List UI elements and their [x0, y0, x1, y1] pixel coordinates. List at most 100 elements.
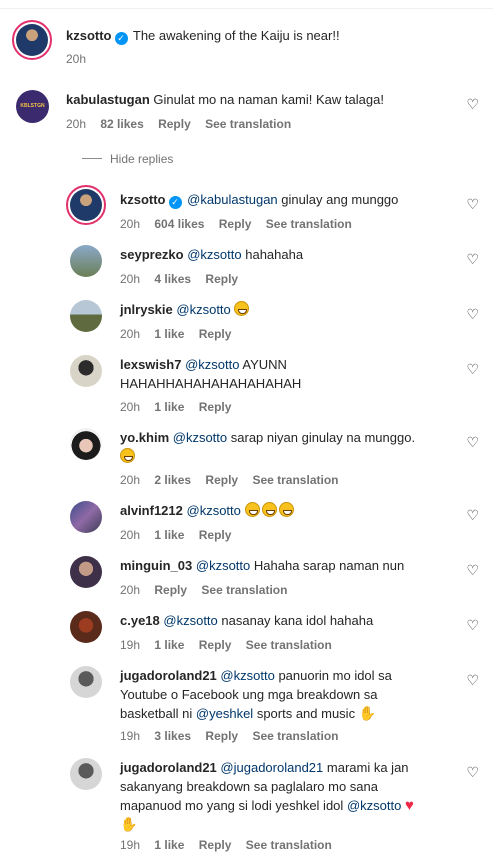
username[interactable]: seyprezko [120, 247, 184, 262]
verified-badge-icon: ✓ [114, 32, 128, 45]
avatar[interactable]: KBLSTGN [16, 90, 49, 123]
heart-outline-icon[interactable]: ♡ [466, 562, 479, 579]
see-translation-button[interactable]: See translation [201, 583, 287, 597]
avatar[interactable] [70, 300, 102, 332]
grinning-face-icon [244, 502, 260, 517]
timestamp: 19h [120, 638, 141, 652]
mention-link[interactable]: @kzsotto [187, 247, 241, 262]
red-heart-icon: ♥ [404, 797, 414, 814]
likes-count[interactable]: 4 likes [154, 272, 191, 286]
username[interactable]: jugadoroland21 [120, 760, 217, 775]
avatar[interactable] [70, 428, 102, 460]
heart-outline-icon[interactable]: ♡ [466, 251, 479, 268]
see-translation-button[interactable]: See translation [252, 473, 338, 487]
username[interactable]: lexswish7 [120, 357, 181, 372]
reply-button[interactable]: Reply [199, 638, 232, 652]
reply-button[interactable]: Reply [199, 327, 232, 341]
heart-outline-icon[interactable]: ♡ [466, 96, 479, 113]
timestamp: 20h [120, 400, 141, 414]
mention-link[interactable]: @kzsotto [176, 302, 230, 317]
mention-link[interactable]: @kzsotto [163, 613, 217, 628]
mention-link-2[interactable]: @yeshkel [196, 706, 253, 721]
heart-outline-icon[interactable]: ♡ [466, 764, 479, 781]
mention-link[interactable]: @kzsotto [187, 503, 241, 518]
avatar[interactable] [70, 758, 102, 790]
mention-link[interactable]: @kzsotto [173, 430, 227, 445]
username[interactable]: jnlryskie [120, 302, 173, 317]
likes-count[interactable]: 82 likes [100, 117, 143, 131]
timestamp: 19h [120, 729, 141, 743]
likes-count[interactable]: 1 like [154, 400, 184, 414]
see-translation-button[interactable]: See translation [246, 838, 332, 852]
avatar[interactable] [70, 666, 102, 698]
verified-badge-icon: ✓ [168, 196, 182, 209]
clapping-hands-icon: ✋ [358, 705, 377, 721]
likes-count[interactable]: 2 likes [154, 473, 191, 487]
heart-outline-icon[interactable]: ♡ [466, 672, 479, 689]
username[interactable]: minguin_03 [120, 558, 192, 573]
mention-link[interactable]: @jugadoroland21 [220, 760, 323, 775]
likes-count[interactable]: 604 likes [154, 217, 204, 231]
heart-outline-icon[interactable]: ♡ [466, 196, 479, 213]
avatar[interactable] [70, 501, 102, 533]
timestamp: 20h [66, 117, 87, 131]
avatar[interactable] [70, 611, 102, 643]
heart-outline-icon[interactable]: ♡ [466, 361, 479, 378]
timestamp: 20h [120, 583, 141, 597]
avatar[interactable] [12, 20, 52, 60]
see-translation-button[interactable]: See translation [205, 117, 291, 131]
avatar[interactable] [70, 245, 102, 277]
reply-item: lexswish7 @kzsotto AYUNN HAHAHHAHAHAHAHA… [0, 354, 493, 422]
likes-count[interactable]: 1 like [154, 528, 184, 542]
reply-text-line3: mapanuod mo yang si lodi yeshkel idol [120, 798, 344, 813]
mention-link[interactable]: @kzsotto [185, 357, 239, 372]
reply-button[interactable]: Reply [199, 838, 232, 852]
likes-count[interactable]: 3 likes [154, 729, 191, 743]
username[interactable]: alvinf1212 [120, 503, 183, 518]
reply-button[interactable]: Reply [205, 729, 238, 743]
avatar[interactable] [66, 185, 106, 225]
avatar[interactable] [70, 556, 102, 588]
reply-text: marami ka jan [326, 760, 409, 775]
reply-text: AYUNN [242, 357, 287, 372]
heart-outline-icon[interactable]: ♡ [466, 434, 479, 451]
reply-text-line2: HAHAHHAHAHAHAHAHAHAH [120, 376, 302, 391]
grinning-face-icon [261, 502, 277, 517]
see-translation-button[interactable]: See translation [266, 217, 352, 231]
username[interactable]: jugadoroland21 [120, 668, 217, 683]
reply-item: jugadoroland21 @jugadoroland21 marami ka… [0, 757, 493, 852]
timestamp: 20h [120, 272, 141, 286]
reply-text-line3: basketball ni [120, 706, 193, 721]
username[interactable]: kzsotto [66, 28, 112, 43]
reply-button[interactable]: Reply [154, 583, 187, 597]
reply-item: yo.khim @kzsotto sarap niyan ginulay na … [0, 427, 493, 495]
reply-item: c.ye18 @kzsotto nasanay kana idol hahaha… [0, 610, 493, 660]
reply-button[interactable]: Reply [199, 400, 232, 414]
likes-count[interactable]: 1 like [154, 838, 184, 852]
reply-button[interactable]: Reply [158, 117, 191, 131]
grinning-face-icon [278, 502, 294, 517]
reply-text: sarap niyan ginulay na munggo. [230, 430, 416, 445]
reply-button[interactable]: Reply [199, 528, 232, 542]
likes-count[interactable]: 1 like [154, 327, 184, 341]
username[interactable]: c.ye18 [120, 613, 160, 628]
see-translation-button[interactable]: See translation [246, 638, 332, 652]
reply-button[interactable]: Reply [219, 217, 252, 231]
see-translation-button[interactable]: See translation [252, 729, 338, 743]
mention-link-2[interactable]: @kzsotto [347, 798, 401, 813]
heart-outline-icon[interactable]: ♡ [466, 507, 479, 524]
likes-count[interactable]: 1 like [154, 638, 184, 652]
reply-text-line3-end: sports and music [256, 706, 356, 721]
username[interactable]: yo.khim [120, 430, 169, 445]
heart-outline-icon[interactable]: ♡ [466, 306, 479, 323]
hide-replies-button[interactable]: Hide replies [110, 152, 173, 166]
reply-button[interactable]: Reply [205, 272, 238, 286]
mention-link[interactable]: @kzsotto [196, 558, 250, 573]
reply-button[interactable]: Reply [205, 473, 238, 487]
username[interactable]: kabulastugan [66, 92, 150, 107]
mention-link[interactable]: @kzsotto [220, 668, 274, 683]
avatar[interactable] [70, 355, 102, 387]
heart-outline-icon[interactable]: ♡ [466, 617, 479, 634]
username[interactable]: kzsotto [120, 192, 166, 207]
mention-link[interactable]: @kabulastugan [187, 192, 278, 207]
